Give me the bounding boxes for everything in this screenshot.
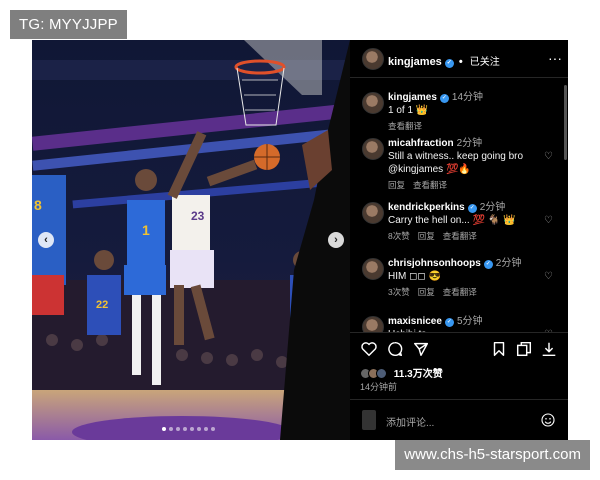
add-comment-row: 添加评论... <box>350 399 568 440</box>
comment-meta-action[interactable]: 查看翻译 <box>443 231 477 241</box>
screenshot-canvas: TG: MYYJJPP 23 1 22 8 ‹ › kingjames ✓ • … <box>0 0 600 480</box>
author-avatar[interactable] <box>362 48 384 70</box>
comment-text: Carry the hell on... 💯 🐐 👑 <box>388 215 516 226</box>
comment-meta: 回复 查看翻译 <box>388 179 548 191</box>
comment-text: Still a witness.. keep going bro <box>388 151 524 162</box>
comment-username[interactable]: micahfraction <box>388 138 454 149</box>
post-side-panel: kingjames ✓ • 已关注 ··· kingjames ✓ 14分钟 1 of … <box>350 40 568 440</box>
comment-meta-action[interactable]: 查看翻译 <box>413 180 447 190</box>
verified-badge-icon: ✓ <box>444 59 454 68</box>
comment-meta-action[interactable]: 回复 <box>418 231 435 241</box>
carousel-dot[interactable] <box>197 427 201 431</box>
commenter-avatar[interactable] <box>362 316 384 332</box>
comment-author-line: kingjames ✓ 14分钟 <box>388 92 548 104</box>
comment-meta-action[interactable]: 回复 <box>418 287 435 297</box>
more-options-icon[interactable]: ··· <box>548 50 562 66</box>
carousel-dot[interactable] <box>169 427 173 431</box>
commenter-avatar[interactable] <box>362 202 384 224</box>
commenter-avatar[interactable] <box>362 92 384 114</box>
verified-badge-icon: ✓ <box>439 94 449 103</box>
verified-badge-icon: ✓ <box>444 318 454 327</box>
carousel-dot[interactable] <box>211 427 215 431</box>
carousel-dot[interactable] <box>190 427 194 431</box>
header-separator: • <box>458 56 463 68</box>
emoji-icon[interactable] <box>540 412 556 428</box>
comment-meta: 8次赞 回复 查看翻译 <box>388 230 548 242</box>
likes-row[interactable]: 11.3万次赞 <box>360 365 443 380</box>
comment-meta: 查看翻译 <box>388 120 548 132</box>
post-actions: 11.3万次赞 14分钟前 添加评论... <box>350 332 568 440</box>
liker-avatar <box>376 368 387 379</box>
jersey-number-22: 22 <box>96 299 108 311</box>
carousel-dot[interactable] <box>183 427 187 431</box>
verified-badge-icon: ✓ <box>483 260 493 269</box>
comment-meta-action[interactable]: 查看翻译 <box>443 287 477 297</box>
carousel-dot[interactable] <box>204 427 208 431</box>
previous-photo-button[interactable]: ‹ <box>38 232 54 248</box>
comment-like-heart-icon[interactable]: ♡ <box>544 152 554 162</box>
author-username[interactable]: kingjames <box>388 56 442 68</box>
basketball-scene: 23 1 22 8 <box>32 40 350 440</box>
comments-scrollbar[interactable] <box>564 85 567 160</box>
comment-body: chrisjohnsonhoops ✓ 2分钟 HIM ◻◻ 😎 3次赞 回复 查看翻译 <box>388 258 548 298</box>
add-comment-input[interactable]: 添加评论... <box>386 414 434 429</box>
follow-status[interactable]: 已关注 <box>470 57 500 68</box>
comment-meta-action[interactable]: 3次赞 <box>388 287 410 297</box>
comment-text-continued: @kingjames 💯🔥 <box>388 164 471 175</box>
comment-text: HIM ◻◻ 😎 <box>388 271 441 282</box>
commenter-avatar[interactable] <box>362 138 384 160</box>
verified-badge-icon: ✓ <box>467 204 477 213</box>
jersey-number-1: 1 <box>142 222 150 238</box>
watermark-tag: TG: MYYJJPP <box>10 10 127 39</box>
instagram-post: 23 1 22 8 ‹ › kingjames ✓ • 已关注 ··· king… <box>32 40 568 440</box>
carousel-dot[interactable] <box>162 427 166 431</box>
comment-meta-action[interactable]: 8次赞 <box>388 231 410 241</box>
comment-time: 14分钟 <box>451 92 484 103</box>
comment-meta-action[interactable]: 回复 <box>388 180 405 190</box>
jersey-number-8: 8 <box>34 197 42 213</box>
comment-like-heart-icon[interactable]: ♡ <box>544 272 554 282</box>
comment-meta: 3次赞 回复 查看翻译 <box>388 286 548 298</box>
comment-text: 1 of 1 👑 <box>388 105 429 116</box>
comment-time: 2分钟 <box>479 202 506 213</box>
comment-body: micahfraction 2分钟 Still a witness.. keep g… <box>388 138 548 191</box>
comment-time: 2分钟 <box>495 258 522 269</box>
commenter-avatar[interactable] <box>362 258 384 280</box>
comment-username[interactable]: maxisnicee <box>388 316 442 327</box>
comment-body: maxisnicee✓5分钟Uchihi ts <box>388 316 548 332</box>
post-time: 14分钟前 <box>360 382 398 392</box>
viewer-avatar <box>362 410 376 430</box>
action-icons-row <box>360 340 560 360</box>
download-icon[interactable] <box>540 340 558 358</box>
comments-list[interactable]: kingjames ✓ 14分钟 1 of 1 👑 查看翻译 micahfraction 2… <box>350 80 568 332</box>
jersey-number-23: 23 <box>191 209 205 223</box>
post-header: kingjames ✓ • 已关注 ··· <box>350 40 568 78</box>
author-line: kingjames ✓ • 已关注 <box>388 53 500 68</box>
comment-username[interactable]: kingjames <box>388 92 437 103</box>
comment-body: kendrickperkins ✓ 2分钟 Carry the hell on... … <box>388 202 548 242</box>
comment-time: 2分钟 <box>456 138 483 149</box>
comment-author-line: chrisjohnsonhoops ✓ 2分钟 <box>388 258 548 270</box>
comment-meta-action[interactable]: 查看翻译 <box>388 121 422 131</box>
comment-body: kingjames ✓ 14分钟 1 of 1 👑 查看翻译 <box>388 92 548 132</box>
comment-time: 5分钟 <box>456 316 483 327</box>
comment-author-line: maxisnicee ✓ 5分钟 <box>388 316 548 328</box>
watermark-url: www.chs-h5-starsport.com <box>395 440 590 470</box>
share-icon[interactable] <box>412 340 430 358</box>
bookmark-icon[interactable] <box>490 340 508 358</box>
post-photo[interactable]: 23 1 22 8 ‹ › <box>32 40 350 440</box>
comment-like-heart-icon[interactable]: ♡ <box>544 216 554 226</box>
comment-author-line: kendrickperkins ✓ 2分钟 <box>388 202 548 214</box>
comment-icon[interactable] <box>386 340 404 358</box>
carousel-dots <box>162 427 215 431</box>
next-photo-button[interactable]: › <box>328 232 344 248</box>
carousel-dot[interactable] <box>176 427 180 431</box>
comment-username[interactable]: kendrickperkins <box>388 202 465 213</box>
heart-icon[interactable] <box>360 340 378 358</box>
likes-count: 11.3万次赞 <box>393 369 443 380</box>
copy-icon[interactable] <box>515 340 533 358</box>
comment-author-line: micahfraction 2分钟 <box>388 138 548 150</box>
comment-username[interactable]: chrisjohnsonhoops <box>388 258 481 269</box>
